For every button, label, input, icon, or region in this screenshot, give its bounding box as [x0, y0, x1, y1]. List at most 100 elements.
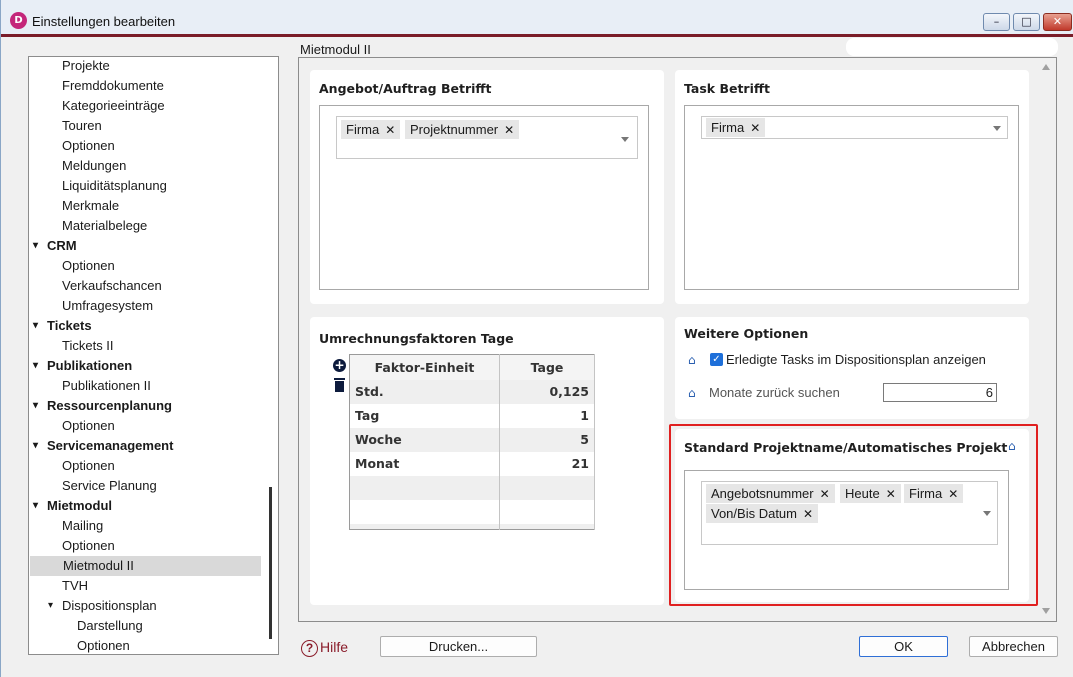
nav-item[interactable]: Materialbelege — [29, 216, 269, 236]
nav-item[interactable]: Optionen — [29, 136, 269, 156]
dropdown-caret-icon[interactable] — [621, 137, 629, 142]
task-box: Firma ✕ — [684, 105, 1019, 290]
nav-item[interactable]: Tickets II — [29, 336, 269, 356]
nav-item[interactable]: Mailing — [29, 516, 269, 536]
table-cell-unit[interactable]: Tag — [349, 403, 500, 428]
nav-item[interactable]: Optionen — [29, 416, 269, 436]
scroll-down-icon[interactable] — [1042, 608, 1050, 614]
table-row[interactable]: Tag 1 — [349, 403, 595, 428]
erledigte-tasks-checkbox[interactable]: ✓ — [710, 353, 723, 366]
nav-item[interactable]: ▾ CRM — [29, 236, 269, 256]
chevron-down-icon[interactable]: ▾ — [33, 396, 38, 416]
nav-item[interactable]: ▾ Dispositionsplan — [29, 596, 269, 616]
nav-item[interactable]: Darstellung — [29, 616, 269, 636]
close-button[interactable]: ✕ — [1043, 13, 1072, 31]
nav-item-label: Service Planung — [62, 478, 157, 493]
table-cell-value[interactable]: 0,125 — [499, 379, 595, 404]
gear-home-icon[interactable]: ⌂ — [688, 353, 696, 367]
table-cell-value[interactable]: 5 — [499, 427, 595, 452]
window-title: Einstellungen bearbeiten — [32, 14, 176, 29]
angebot-tag-select[interactable]: Firma ✕ Projektnummer ✕ — [336, 116, 638, 159]
nav-item-label: Ressourcenplanung — [47, 398, 172, 413]
table-row-empty[interactable] — [349, 523, 595, 530]
help-link[interactable]: ? Hilfe — [301, 637, 348, 657]
task-chip-firma: Firma ✕ — [706, 118, 766, 137]
app-logo-icon: D — [10, 12, 27, 29]
chevron-down-icon[interactable]: ▾ — [48, 596, 53, 616]
nav-item[interactable]: Optionen — [29, 536, 269, 556]
chevron-down-icon[interactable]: ▾ — [33, 236, 38, 256]
maximize-button[interactable]: □ — [1013, 13, 1040, 31]
settings-nav-tree: Projekte Fremddokumente Kategorieeinträge T… — [28, 56, 279, 655]
nav-item[interactable]: Service Planung — [29, 476, 269, 496]
minimize-button[interactable]: – — [983, 13, 1010, 31]
nav-item[interactable]: Mietmodul II — [30, 556, 261, 576]
cancel-button[interactable]: Abbrechen — [969, 636, 1058, 657]
remove-chip-icon[interactable]: ✕ — [750, 121, 760, 135]
nav-item-label: Verkaufschancen — [62, 278, 162, 293]
nav-item[interactable]: Fremddokumente — [29, 76, 269, 96]
table-cell-value[interactable]: 1 — [499, 403, 595, 428]
nav-item[interactable]: ▾ Publikationen — [29, 356, 269, 376]
nav-item[interactable]: Publikationen II — [29, 376, 269, 396]
print-button[interactable]: Drucken... — [380, 636, 537, 657]
nav-item[interactable]: ▾ Servicemanagement — [29, 436, 269, 456]
umrechnung-table: Faktor-Einheit Tage Std. 0,125 Tag 1 Woche… — [349, 354, 595, 530]
nav-scrollbar-thumb[interactable] — [269, 487, 272, 639]
chevron-down-icon[interactable]: ▾ — [33, 436, 38, 456]
remove-chip-icon[interactable]: ✕ — [385, 123, 395, 137]
nav-item-label: Dispositionsplan — [62, 598, 157, 613]
nav-item-label: TVH — [62, 578, 88, 593]
nav-item[interactable]: Merkmale — [29, 196, 269, 216]
nav-item[interactable]: ▾ Tickets — [29, 316, 269, 336]
panel-scrollbar[interactable] — [1037, 58, 1056, 621]
nav-item[interactable]: Optionen — [29, 636, 269, 654]
nav-item-label: Publikationen II — [62, 378, 151, 393]
angebot-chip-projektnummer: Projektnummer ✕ — [405, 120, 520, 139]
chevron-down-icon[interactable]: ▾ — [33, 316, 38, 336]
nav-item[interactable]: Optionen — [29, 456, 269, 476]
table-row-empty[interactable] — [349, 475, 595, 500]
nav-item[interactable]: Optionen — [29, 256, 269, 276]
chevron-down-icon[interactable]: ▾ — [33, 496, 38, 516]
nav-item-label: Meldungen — [62, 158, 127, 173]
table-row[interactable]: Woche 5 — [349, 427, 595, 452]
nav-item-label: Touren — [62, 118, 102, 133]
table-cell-unit[interactable]: Woche — [349, 427, 500, 452]
help-icon[interactable]: ? — [301, 640, 318, 657]
column-header-tage[interactable]: Tage — [499, 354, 595, 380]
months-label: Monate zurück suchen — [709, 385, 840, 400]
nav-item[interactable]: TVH — [29, 576, 269, 596]
nav-item[interactable]: Projekte — [29, 57, 269, 76]
redacted-area — [846, 38, 1058, 56]
table-cell-unit[interactable]: Std. — [349, 379, 500, 404]
table-cell-value[interactable]: 21 — [499, 451, 595, 476]
table-cell-unit[interactable]: Monat — [349, 451, 500, 476]
delete-row-icon[interactable] — [334, 378, 345, 392]
dropdown-caret-icon[interactable] — [993, 126, 1001, 131]
months-input[interactable]: 6 — [883, 383, 997, 402]
settings-window: D Einstellungen bearbeiten – □ ✕ Projekt… — [0, 0, 1073, 677]
nav-item[interactable]: Umfragesystem — [29, 296, 269, 316]
table-row-empty[interactable] — [349, 499, 595, 524]
chevron-down-icon[interactable]: ▾ — [33, 356, 38, 376]
add-row-icon[interactable]: + — [333, 359, 346, 372]
nav-item[interactable]: ▾ Ressourcenplanung — [29, 396, 269, 416]
table-row[interactable]: Monat 21 — [349, 451, 595, 476]
erledigte-tasks-label[interactable]: Erledigte Tasks im Dispositionsplan anze… — [726, 352, 986, 367]
nav-item[interactable]: Liquiditätsplanung — [29, 176, 269, 196]
nav-item[interactable]: Touren — [29, 116, 269, 136]
nav-item[interactable]: Verkaufschancen — [29, 276, 269, 296]
task-tag-select[interactable]: Firma ✕ — [701, 116, 1008, 139]
remove-chip-icon[interactable]: ✕ — [504, 123, 514, 137]
scroll-up-icon[interactable] — [1042, 64, 1050, 70]
nav-item[interactable]: ▾ Mietmodul — [29, 496, 269, 516]
table-row[interactable]: Std. 0,125 — [349, 379, 595, 404]
ok-button[interactable]: OK — [859, 636, 948, 657]
nav-item[interactable]: Kategorieeinträge — [29, 96, 269, 116]
gear-home-icon[interactable]: ⌂ — [688, 386, 696, 400]
nav-item[interactable]: Meldungen — [29, 156, 269, 176]
nav-item-label: Optionen — [62, 258, 115, 273]
column-header-einheit[interactable]: Faktor-Einheit — [349, 354, 500, 380]
nav-item-label: Materialbelege — [62, 218, 148, 233]
